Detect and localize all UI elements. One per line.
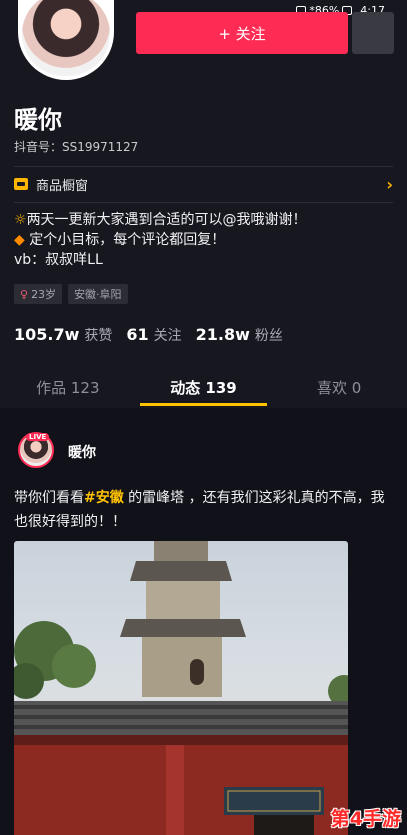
profile-name: 暖你 xyxy=(14,106,62,134)
female-icon: ♀ xyxy=(20,287,29,301)
stat-following[interactable]: 61 关注 xyxy=(126,325,181,345)
tab-works[interactable]: 作品 123 xyxy=(8,377,128,398)
bio-line-1: ☼两天一更新大家遇到合适的可以@我哦谢谢！ xyxy=(14,210,307,230)
shop-icon xyxy=(14,178,28,190)
stat-value: 21.8w xyxy=(195,325,250,344)
watermark: 第4手游 xyxy=(330,808,401,830)
chevron-right-icon: › xyxy=(386,174,393,194)
profile-uid: 抖音号：SS19971127 xyxy=(14,140,139,154)
hashtag-link[interactable]: #安徽 xyxy=(84,490,124,506)
follow-button[interactable]: + 关注 xyxy=(136,12,348,54)
profile-bio: ☼两天一更新大家遇到合适的可以@我哦谢谢！ ◆ 定个小目标，每个评论都回复！ v… xyxy=(14,210,307,270)
profile-tabs: 作品 123 动态 139 喜欢 0 xyxy=(0,366,407,408)
divider xyxy=(14,166,393,167)
bio-text-2: 定个小目标，每个评论都回复！ xyxy=(29,232,226,248)
stat-label: 获赞 xyxy=(84,328,113,344)
post-photo[interactable] xyxy=(14,541,348,835)
sun-icon: ☼ xyxy=(14,212,27,228)
stat-label: 关注 xyxy=(153,328,182,344)
pagoda-photo-illustration xyxy=(14,541,348,835)
stat-value: 61 xyxy=(126,325,149,344)
bio-line-2: ◆ 定个小目标，每个评论都回复！ xyxy=(14,230,307,250)
stat-likes: 105.7w 获赞 xyxy=(14,325,112,345)
location-label: 安徽·阜阳 xyxy=(74,288,122,301)
diamond-icon: ◆ xyxy=(14,232,25,248)
follow-label: + 关注 xyxy=(218,24,266,43)
caption-text: 带你们看看 xyxy=(14,490,84,506)
bio-line-3: vb：叔叔咩LL xyxy=(14,252,103,268)
stat-label: 粉丝 xyxy=(254,328,283,344)
post-caption: 带你们看看#安徽 的雷峰塔 ，还有我们这彩礼真的不高，我也很好得到的！！ xyxy=(14,486,396,534)
profile-tags: ♀ 23岁 安徽·阜阳 xyxy=(14,284,128,304)
active-tab-indicator xyxy=(140,403,267,406)
bio-text-1: 两天一更新大家遇到合适的可以@我哦谢谢！ xyxy=(26,212,307,228)
profile-stats: 105.7w 获赞 61 关注 21.8w 粉丝 xyxy=(14,325,297,345)
divider xyxy=(14,202,393,203)
tab-moments[interactable]: 动态 139 xyxy=(143,377,263,398)
age-label: 23岁 xyxy=(31,288,57,301)
location-tag: 安徽·阜阳 xyxy=(68,284,128,304)
age-tag: ♀ 23岁 xyxy=(14,284,63,304)
shop-window-row[interactable]: 商品橱窗 › xyxy=(14,168,393,200)
shop-label: 商品橱窗 xyxy=(36,178,89,194)
stat-value: 105.7w xyxy=(14,325,80,344)
avatar-image xyxy=(22,0,110,76)
more-options-button[interactable] xyxy=(352,12,394,54)
tab-likes[interactable]: 喜欢 0 xyxy=(279,377,399,398)
post-author-name[interactable]: 暖你 xyxy=(68,442,96,462)
stat-followers[interactable]: 21.8w 粉丝 xyxy=(196,325,283,345)
profile-avatar[interactable] xyxy=(18,0,114,80)
live-badge: LIVE xyxy=(26,433,50,441)
